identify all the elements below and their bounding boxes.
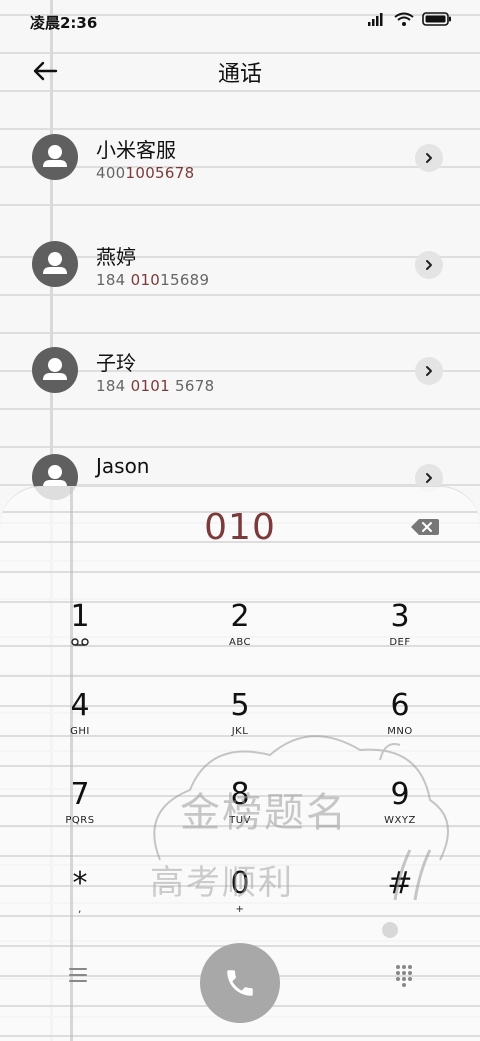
battery-icon: [422, 12, 451, 26]
key-letters: ABC: [228, 637, 251, 648]
status-time: 凌晨2:36: [30, 14, 98, 32]
key-digit: 0: [230, 866, 250, 901]
avatar: [32, 240, 78, 287]
dial-input[interactable]: 010: [0, 507, 480, 548]
key-letters: ,: [78, 904, 82, 915]
key-digit: 4: [70, 688, 90, 723]
contact-number: 4001005678: [96, 164, 195, 182]
avatar: [32, 134, 78, 180]
contact-number: 184 0101 5678: [96, 377, 215, 395]
key-6[interactable]: 6 MNO: [320, 688, 480, 776]
key-letters: MNO: [387, 726, 413, 737]
voicemail-icon: [71, 638, 89, 646]
dialpad-toggle-button[interactable]: [392, 963, 416, 987]
key-digit: *: [72, 866, 88, 901]
key-4[interactable]: 4 GHI: [0, 688, 160, 776]
backspace-button[interactable]: [410, 517, 440, 537]
key-letters: WXYZ: [384, 815, 416, 826]
contact-item[interactable]: 小米客服 4001005678: [0, 104, 480, 211]
key-letters: TUV: [229, 815, 251, 826]
dialer-panel: 010 1 2 ABC 3 DEF 4 GHI 5 JKL 6 MNO 7 PQ…: [0, 486, 480, 1041]
chevron-right-icon: [426, 259, 432, 270]
header: 通话: [0, 44, 480, 100]
person-icon: [43, 358, 67, 380]
wifi-icon: [394, 12, 414, 26]
chevron-right-icon: [426, 472, 432, 483]
dialpad-icon: [396, 965, 412, 987]
key-digit: 9: [390, 777, 410, 812]
menu-button[interactable]: [66, 963, 90, 987]
contact-detail-button[interactable]: [415, 144, 443, 172]
contact-number: 184 01015689: [96, 270, 210, 289]
key-digit: 5: [230, 688, 250, 723]
key-digit: 7: [70, 777, 90, 812]
key-1[interactable]: 1: [0, 599, 160, 687]
key-letters: JKL: [231, 726, 249, 737]
key-8[interactable]: 8 TUV: [160, 777, 320, 865]
page-title: 通话: [217, 62, 262, 87]
key-digit: 1: [70, 599, 90, 634]
status-icons: [368, 12, 452, 26]
contact-name: Jason: [96, 453, 150, 478]
key-digit: #: [387, 866, 413, 901]
chevron-right-icon: [426, 153, 432, 163]
contact-name: 小米客服: [96, 138, 176, 162]
signal-icon: [368, 13, 383, 26]
phone-icon: [227, 970, 253, 996]
key-3[interactable]: 3 DEF: [320, 599, 480, 687]
key-9[interactable]: 9 WXYZ: [320, 777, 480, 865]
key-letters: GHI: [70, 726, 90, 737]
dialer-bottom-bar: [0, 933, 480, 1023]
person-icon: [43, 251, 67, 274]
avatar: [32, 347, 78, 393]
menu-icon: [69, 968, 87, 982]
key-digit: 8: [230, 777, 250, 812]
backspace-icon: [411, 519, 439, 535]
contact-item[interactable]: 子玲 184 0101 5678: [0, 317, 480, 424]
key-digit: 3: [390, 599, 410, 634]
chevron-right-icon: [426, 366, 432, 376]
key-2[interactable]: 2 ABC: [160, 599, 320, 687]
contact-item[interactable]: 燕婷 184 01015689: [0, 211, 480, 318]
key-digit: 6: [390, 688, 410, 723]
contact-detail-button[interactable]: [415, 250, 443, 279]
key-5[interactable]: 5 JKL: [160, 688, 320, 776]
call-button[interactable]: [200, 943, 280, 1023]
contact-name: 子玲: [96, 351, 136, 375]
person-icon: [43, 145, 67, 167]
key-7[interactable]: 7 PQRS: [0, 777, 160, 865]
key-digit: 2: [230, 599, 250, 634]
key-letters: PQRS: [65, 815, 95, 826]
key-letters: +: [235, 904, 245, 915]
key-letters: DEF: [389, 637, 411, 648]
contact-list: 小米客服 4001005678 燕婷 184 01015689 子玲 184 0…: [0, 104, 480, 530]
contact-detail-button[interactable]: [415, 357, 443, 385]
status-bar: 凌晨2:36: [0, 0, 480, 44]
contact-name: 燕婷: [96, 244, 136, 269]
